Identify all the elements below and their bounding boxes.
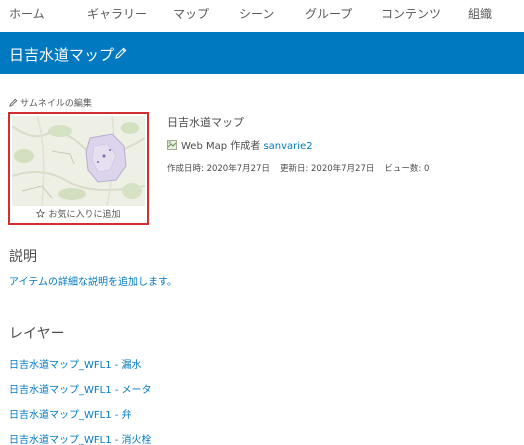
web-map-icon bbox=[167, 140, 177, 150]
owner-link[interactable]: sanvarie2 bbox=[263, 141, 312, 152]
add-favorite-label: お気に入りに追加 bbox=[48, 210, 121, 220]
item-type-label: Web Map 作成者 bbox=[181, 141, 261, 152]
description-heading: 説明 bbox=[9, 249, 37, 265]
star-icon bbox=[36, 208, 46, 218]
item-dates: 作成日時: 2020年7月27日 更新日: 2020年7月27日 ビュー数: 0 bbox=[167, 162, 439, 174]
item-title-bar: 日吉水道マップ bbox=[0, 32, 524, 74]
layer-link-hydrant[interactable]: 日吉水道マップ_WFL1 - 消火栓 bbox=[9, 431, 152, 445]
pencil-icon[interactable] bbox=[114, 45, 130, 61]
created-date: 作成日時: 2020年7月27日 bbox=[167, 164, 270, 174]
layer-link-valve[interactable]: 日吉水道マップ_WFL1 - 弁 bbox=[9, 406, 132, 421]
top-nav: ホーム ギャラリー マップ シーン グループ コンテンツ 組織 bbox=[0, 0, 524, 32]
nav-scene[interactable]: シーン bbox=[239, 5, 274, 22]
item-name: 日吉水道マップ bbox=[167, 116, 244, 129]
item-type-row: Web Map 作成者 sanvarie2 bbox=[167, 137, 313, 152]
layer-link-leak[interactable]: 日吉水道マップ_WFL1 - 漏水 bbox=[9, 356, 142, 371]
layers-heading: レイヤー bbox=[9, 326, 65, 342]
nav-groups[interactable]: グループ bbox=[305, 5, 352, 22]
thumbnail-card[interactable]: お気に入りに追加 bbox=[8, 112, 149, 225]
add-favorite-button[interactable]: お気に入りに追加 bbox=[10, 207, 147, 220]
page-title: 日吉水道マップ bbox=[9, 46, 115, 64]
layer-link-meter[interactable]: 日吉水道マップ_WFL1 - メータ bbox=[9, 381, 152, 396]
view-count: ビュー数: 0 bbox=[384, 164, 430, 174]
add-description-link[interactable]: アイテムの詳細な説明を追加します。 bbox=[9, 273, 177, 288]
edit-thumbnail-label: サムネイルの編集 bbox=[20, 99, 92, 109]
pencil-icon bbox=[9, 98, 18, 107]
modified-date: 更新日: 2020年7月27日 bbox=[279, 164, 375, 174]
nav-gallery[interactable]: ギャラリー bbox=[87, 5, 147, 22]
nav-map[interactable]: マップ bbox=[173, 5, 209, 22]
nav-home[interactable]: ホーム bbox=[9, 5, 45, 22]
nav-content[interactable]: コンテンツ bbox=[381, 5, 441, 22]
edit-thumbnail-link[interactable]: サムネイルの編集 bbox=[9, 96, 92, 109]
nav-organization[interactable]: 組織 bbox=[468, 5, 492, 22]
map-thumbnail bbox=[12, 116, 145, 206]
